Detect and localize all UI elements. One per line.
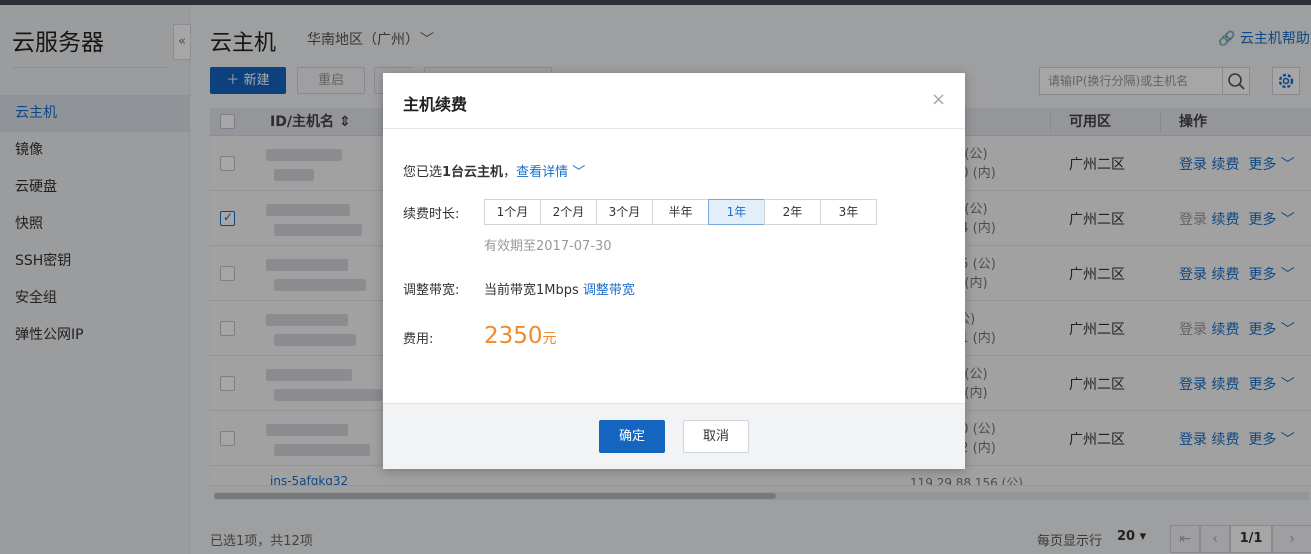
view-details-link[interactable]: 查看详情 ﹀: [516, 165, 585, 180]
duration-1-month[interactable]: 1个月: [484, 199, 541, 225]
fee-unit: 元: [542, 331, 557, 347]
validity-date: 有效期至2017-07-30: [484, 239, 612, 254]
cancel-button[interactable]: 取消: [683, 420, 749, 453]
duration-1-year[interactable]: 1年: [708, 199, 765, 225]
bandwidth-info: 当前带宽1Mbps 调整带宽: [484, 279, 635, 298]
fee-label: 费用:: [403, 332, 434, 347]
confirm-button[interactable]: 确定: [599, 420, 665, 453]
selected-prefix: 您已选: [403, 165, 443, 180]
duration-2-months[interactable]: 2个月: [540, 199, 597, 225]
close-icon[interactable]: ×: [931, 89, 946, 110]
view-details-label: 查看详情: [516, 165, 569, 180]
renew-dialog: 主机续费 × 您已选1台云主机，查看详情 ﹀ 续费时长: 1个月 2个月 3个月…: [383, 73, 965, 469]
dialog-title: 主机续费: [403, 95, 468, 114]
selected-count: 1台云主机: [442, 165, 504, 180]
fee-amount: 2350元: [484, 323, 557, 349]
duration-label: 续费时长:: [403, 207, 460, 222]
dialog-footer: 确定 取消: [383, 403, 965, 469]
duration-2-years[interactable]: 2年: [764, 199, 821, 225]
current-bandwidth: 当前带宽1Mbps: [484, 283, 579, 298]
duration-3-years[interactable]: 3年: [820, 199, 877, 225]
duration-half-year[interactable]: 半年: [652, 199, 709, 225]
selected-separator: ，: [503, 165, 517, 180]
bandwidth-label: 调整带宽:: [403, 283, 460, 298]
adjust-bandwidth-link[interactable]: 调整带宽: [583, 283, 635, 298]
dialog-header: 主机续费 ×: [383, 73, 965, 129]
duration-3-months[interactable]: 3个月: [596, 199, 653, 225]
selected-summary: 您已选1台云主机，查看详情 ﹀: [403, 161, 585, 180]
fee-value: 2350: [484, 323, 543, 349]
chevron-down-icon: ﹀: [572, 165, 586, 180]
